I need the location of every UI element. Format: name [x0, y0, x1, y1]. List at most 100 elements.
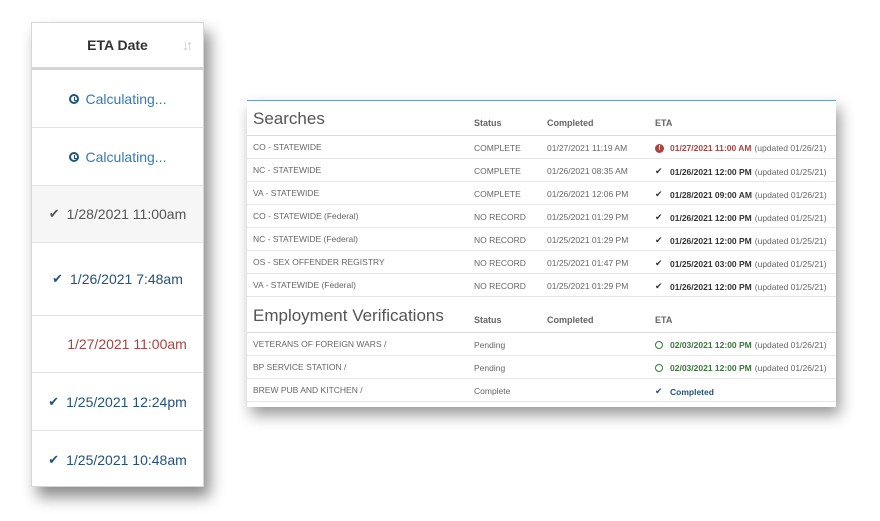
search-eta-updated: (updated 01/25/21) — [754, 212, 827, 223]
employment-eta-updated: (updated 01/26/21) — [754, 363, 827, 373]
employment-name: VETERANS OF FOREIGN WARS / — [253, 339, 387, 349]
clock-icon — [68, 93, 79, 104]
exclamation-icon: ! — [655, 143, 665, 153]
check-icon: ✔ — [655, 281, 663, 291]
eta-date-column-card: ETA Date ↓↑ Calculating... Calculating...… — [31, 22, 204, 487]
employment-eta-header: ETA — [655, 315, 673, 325]
check-icon: ✔ — [655, 258, 663, 268]
search-status: NO RECORD — [474, 212, 526, 222]
clock-icon — [655, 364, 665, 372]
employment-eta-date: 02/03/2021 12:00 PM — [670, 340, 752, 350]
search-status: NO RECORD — [474, 281, 526, 291]
employment-status: Pending — [474, 363, 506, 373]
searches-table-body: CO - STATEWIDE COMPLETE 01/27/2021 11:19 A… — [247, 136, 836, 297]
clock-icon — [68, 151, 79, 162]
employment-name: BP SERVICE STATION / — [253, 362, 347, 372]
check-icon: ✔ — [655, 189, 663, 199]
search-eta: ✔ 01/26/2021 12:00 PM (updated 01/25/21) — [655, 212, 827, 223]
search-name: CO - STATEWIDE (Federal) — [253, 211, 359, 221]
eta-date-value: Calculating... — [85, 148, 167, 165]
search-status: COMPLETE — [474, 166, 521, 176]
search-row[interactable]: VA - STATEWIDE COMPLETE 01/26/2021 12:06 P… — [247, 182, 836, 205]
search-eta-date: 01/28/2021 09:00 AM — [670, 189, 752, 200]
search-name: NC - STATEWIDE (Federal) — [253, 234, 358, 244]
search-status: NO RECORD — [474, 235, 526, 245]
check-icon: ✔ — [52, 271, 64, 286]
searches-completed-header: Completed — [547, 118, 594, 128]
employment-row[interactable]: BREW PUB AND KITCHEN / Complete ✔ Completed — [247, 379, 836, 402]
employment-eta: ✔ Completed — [655, 386, 717, 397]
employment-eta: 02/03/2021 12:00 PM (updated 01/26/21) — [655, 363, 827, 373]
eta-date-row: Calculating... — [32, 70, 203, 128]
check-icon: ✔ — [655, 235, 663, 245]
search-completed: 01/25/2021 01:29 PM — [547, 235, 629, 245]
employment-row[interactable]: BP SERVICE STATION / Pending 02/03/2021 12… — [247, 356, 836, 379]
eta-date-header-label: ETA Date — [87, 37, 148, 53]
sort-icon[interactable]: ↓↑ — [182, 37, 193, 53]
searches-title: Searches — [253, 109, 325, 128]
searches-status-header: Status — [474, 118, 502, 128]
eta-date-list: Calculating... Calculating... ✔ 1/28/2021 1… — [32, 70, 203, 486]
search-completed: 01/25/2021 01:47 PM — [547, 258, 629, 268]
check-icon: ✔ — [655, 166, 663, 176]
search-eta-date: 01/26/2021 12:00 PM — [670, 235, 752, 246]
search-row[interactable]: VA - STATEWIDE (Federal) NO RECORD 01/25/2… — [247, 274, 836, 297]
search-eta: ✔ 01/28/2021 09:00 AM (updated 01/26/21) — [655, 189, 827, 200]
search-eta: ✔ 01/26/2021 12:00 PM (updated 01/25/21) — [655, 281, 827, 292]
check-icon: ✔ — [48, 393, 60, 409]
search-status: COMPLETE — [474, 189, 521, 199]
search-eta-date: 01/26/2021 12:00 PM — [670, 212, 752, 223]
search-eta-updated: (updated 01/25/21) — [754, 258, 827, 269]
eta-date-value: 1/28/2021 11:00am — [66, 206, 187, 222]
search-completed: 01/27/2021 11:19 AM — [547, 143, 628, 153]
eta-date-header[interactable]: ETA Date ↓↑ — [32, 23, 203, 70]
eta-date-value: 1/25/2021 10:48am — [66, 451, 187, 468]
check-icon: ✔ — [655, 212, 663, 222]
eta-date-row: ✔ 1/28/2021 11:00am — [32, 186, 203, 243]
search-eta: ✔ 01/25/2021 03:00 PM (updated 01/25/21) — [655, 258, 827, 269]
search-row[interactable]: NC - STATEWIDE (Federal) NO RECORD 01/25/2… — [247, 228, 836, 251]
search-completed: 01/25/2021 01:29 PM — [547, 281, 629, 291]
background-check-summary-card: Searches Status Completed ETA CO - STATE… — [247, 100, 836, 407]
search-eta: ! 01/27/2021 11:00 AM (updated 01/26/21) — [655, 143, 826, 153]
employment-status: Complete — [474, 386, 511, 396]
check-icon: ✔ — [48, 206, 60, 221]
search-row[interactable]: NC - STATEWIDE COMPLETE 01/26/2021 08:35 A… — [247, 159, 836, 182]
search-eta-date: 01/27/2021 11:00 AM — [670, 143, 752, 153]
eta-date-row: ! 1/27/2021 11:00am — [32, 316, 203, 373]
search-name: CO - STATEWIDE — [253, 142, 322, 152]
search-row[interactable]: CO - STATEWIDE COMPLETE 01/27/2021 11:19 A… — [247, 136, 836, 159]
search-row[interactable]: OS - SEX OFFENDER REGISTRY NO RECORD 01/25… — [247, 251, 836, 274]
employment-section-header: Employment Verifications Status Complete… — [247, 297, 836, 333]
eta-date-value: 1/27/2021 11:00am — [67, 336, 187, 352]
search-eta-date: 01/26/2021 12:00 PM — [670, 281, 752, 292]
employment-status: Pending — [474, 340, 506, 350]
search-completed: 01/25/2021 01:29 PM — [547, 212, 629, 222]
search-eta-date: 01/26/2021 12:00 PM — [670, 166, 752, 177]
check-icon: ✔ — [48, 451, 60, 467]
employment-completed-header: Completed — [547, 315, 594, 325]
eta-date-row: ✔ 1/25/2021 12:24pm — [32, 373, 203, 431]
employment-eta-date: Completed — [670, 386, 714, 397]
employment-row[interactable]: VETERANS OF FOREIGN WARS / Pending 02/03/2… — [247, 333, 836, 356]
search-eta-updated: (updated 01/25/21) — [754, 166, 827, 177]
search-eta-updated: (updated 01/25/21) — [754, 281, 827, 292]
eta-date-row: ✔ 1/25/2021 10:48am — [32, 431, 203, 486]
search-completed: 01/26/2021 08:35 AM — [547, 166, 628, 176]
employment-title: Employment Verifications — [253, 306, 444, 325]
searches-section-header: Searches Status Completed ETA — [247, 101, 836, 136]
exclamation-icon: ! — [48, 338, 61, 350]
search-eta-updated: (updated 01/26/21) — [754, 189, 827, 200]
employment-eta-updated: (updated 01/26/21) — [754, 340, 827, 350]
search-status: COMPLETE — [474, 143, 521, 153]
search-name: NC - STATEWIDE — [253, 165, 322, 175]
search-name: VA - STATEWIDE (Federal) — [253, 280, 356, 290]
search-eta-date: 01/25/2021 03:00 PM — [670, 258, 752, 269]
search-eta-updated: (updated 01/25/21) — [754, 235, 827, 246]
search-row[interactable]: CO - STATEWIDE (Federal) NO RECORD 01/25/2… — [247, 205, 836, 228]
employment-name: BREW PUB AND KITCHEN / — [253, 385, 363, 395]
eta-date-row: Calculating... — [32, 128, 203, 186]
search-name: OS - SEX OFFENDER REGISTRY — [253, 257, 385, 267]
clock-icon — [655, 341, 665, 349]
eta-date-row: ✔ 1/26/2021 7:48am — [32, 243, 203, 316]
